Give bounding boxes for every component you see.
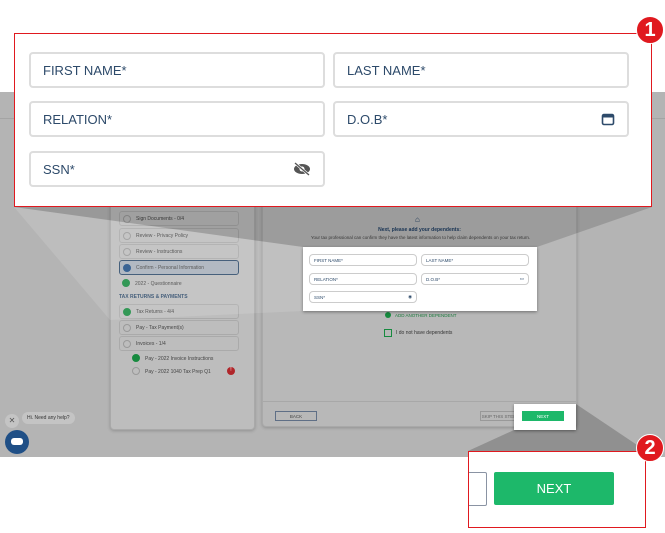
field-label: FIRST NAME* [43, 62, 127, 78]
calendar-icon[interactable] [601, 112, 615, 126]
first-name-input[interactable]: FIRST NAME* [309, 254, 417, 266]
field-label: FIRST NAME* [314, 257, 343, 263]
callout-2-zoom: NEXT [468, 451, 646, 528]
next-button[interactable]: NEXT [522, 411, 564, 421]
next-button-zoomed[interactable]: NEXT [494, 472, 614, 505]
callout-1-badge: 1 [636, 16, 664, 44]
field-label: LAST NAME* [347, 62, 426, 78]
field-label: SSN* [43, 161, 75, 177]
ssn-input-zoomed[interactable]: SSN* [29, 151, 325, 187]
relation-input-zoomed[interactable]: RELATION* [29, 101, 325, 137]
eye-slash-icon[interactable]: ◉ [408, 294, 412, 300]
close-chat-icon[interactable]: ✕ [5, 414, 19, 428]
field-label: D.O.B* [426, 276, 441, 282]
relation-input[interactable]: RELATION* [309, 273, 417, 285]
last-name-input[interactable]: LAST NAME* [421, 254, 529, 266]
field-label: SSN* [314, 294, 326, 300]
chat-greeting: Hi. Need any help? [22, 412, 75, 424]
next-button-highlight: NEXT [514, 404, 576, 430]
dob-input-zoomed[interactable]: D.O.B* [333, 101, 629, 137]
field-label: RELATION* [314, 276, 338, 282]
skip-step-button-zoomed-edge[interactable] [469, 472, 487, 506]
chat-button[interactable] [5, 430, 29, 454]
callout-2-badge: 2 [636, 434, 664, 462]
callout-1-zoom: FIRST NAME* LAST NAME* RELATION* D.O.B* … [14, 33, 652, 207]
dependent-form-highlight: FIRST NAME* LAST NAME* RELATION* D.O.B* ▭… [303, 247, 537, 311]
field-label: RELATION* [43, 111, 113, 127]
field-label: D.O.B* [347, 111, 388, 127]
last-name-input-zoomed[interactable]: LAST NAME* [333, 52, 629, 88]
first-name-input-zoomed[interactable]: FIRST NAME* [29, 52, 325, 88]
ssn-input[interactable]: SSN* ◉ [309, 291, 417, 303]
calendar-icon[interactable]: ▭ [520, 276, 524, 282]
dob-input[interactable]: D.O.B* ▭ [421, 273, 529, 285]
chat-bubble-icon [11, 438, 23, 445]
eye-slash-icon[interactable] [293, 162, 311, 176]
field-label: LAST NAME* [426, 257, 454, 263]
